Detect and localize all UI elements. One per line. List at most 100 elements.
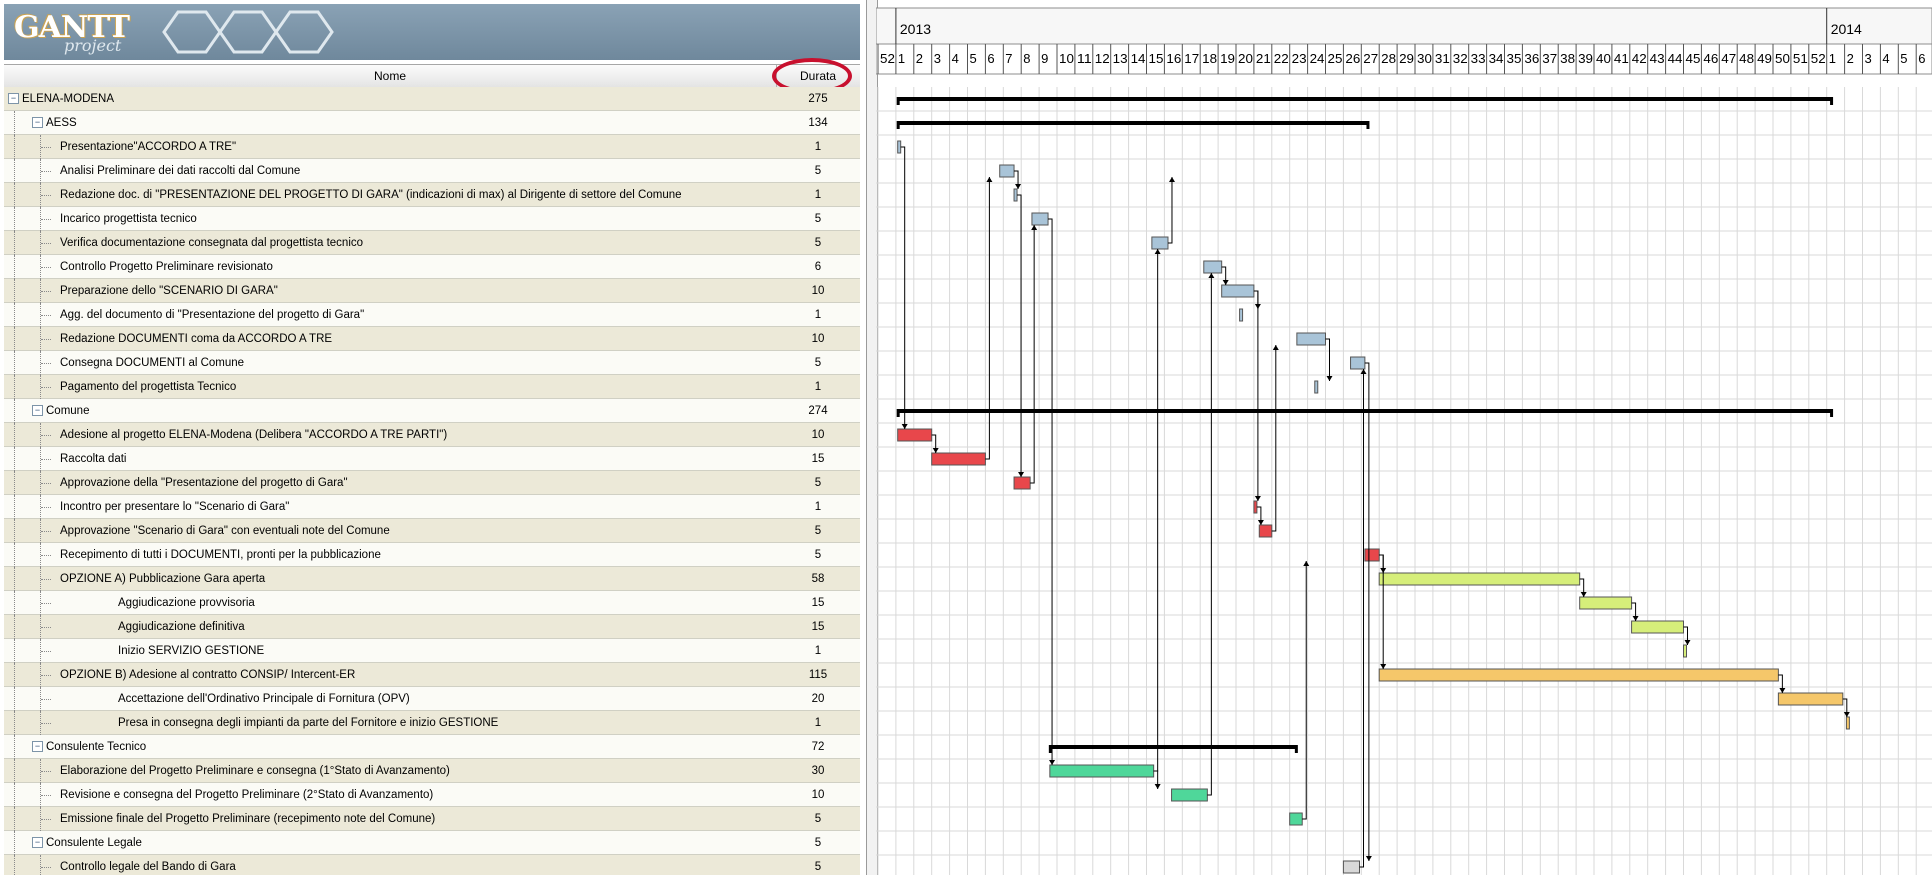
tree-guide-line [14, 471, 15, 495]
task-row[interactable]: Aggiudicazione definitiva 15 [4, 615, 860, 639]
dependency-arrowhead [1015, 184, 1022, 189]
task-row[interactable]: Preparazione dello "SCENARIO DI GARA" 10 [4, 279, 860, 303]
task-row[interactable]: Recepimento di tutti i DOCUMENTI, pronti… [4, 543, 860, 567]
task-row[interactable]: − Consulente Legale 5 [4, 831, 860, 855]
column-header-name[interactable]: Nome [4, 65, 777, 87]
task-duration: 134 [808, 117, 828, 129]
task-name: Redazione DOCUMENTI coma da ACCORDO A TR… [60, 333, 333, 345]
tree-guide-branch [41, 627, 51, 628]
tree-guide-line [14, 255, 15, 279]
task-duration: 15 [811, 597, 825, 609]
task-row[interactable]: Agg. del documento di "Presentazione del… [4, 303, 860, 327]
tree-guide-line [40, 855, 41, 875]
task-name: Accettazione dell'Ordinativo Principale … [118, 693, 410, 705]
tree-guide-line [14, 279, 15, 303]
task-duration: 115 [808, 669, 828, 681]
tree-guide-line [14, 519, 15, 543]
tree-guide-line [14, 399, 15, 423]
task-name: Raccolta dati [60, 453, 127, 465]
task-row[interactable]: Elaborazione del Progetto Preliminare e … [4, 759, 860, 783]
task-bar [1151, 236, 1169, 250]
task-row[interactable]: − Consulente Tecnico 72 [4, 735, 860, 759]
tree-guide-branch [41, 531, 51, 532]
task-row[interactable]: Pagamento del progettista Tecnico 1 [4, 375, 860, 399]
task-name: Consulente Tecnico [46, 741, 147, 753]
collapse-toggle-icon[interactable]: − [32, 741, 43, 752]
week-label: 4 [1882, 51, 1889, 66]
tree-guide-branch [41, 867, 51, 868]
week-label: 13 [1113, 51, 1128, 66]
task-duration: 20 [811, 693, 825, 705]
summary-end-left [896, 409, 900, 417]
task-row[interactable]: Controllo Progetto Preliminare revisiona… [4, 255, 860, 279]
tree-guide-branch [41, 507, 51, 508]
collapse-toggle-icon[interactable]: − [32, 405, 43, 416]
task-bar [1683, 644, 1687, 658]
task-row[interactable]: Inizio SERVIZIO GESTIONE 1 [4, 639, 860, 663]
task-row[interactable]: Approvazione della "Presentazione del pr… [4, 471, 860, 495]
task-name: Consulente Legale [46, 837, 142, 849]
task-duration: 275 [808, 93, 828, 105]
task-row[interactable]: Revisione e consegna del Progetto Prelim… [4, 783, 860, 807]
dependency-arrowhead [1018, 472, 1025, 477]
tree-guide-line [14, 159, 15, 183]
task-row[interactable]: Raccolta dati 15 [4, 447, 860, 471]
week-label: 35 [1507, 51, 1522, 66]
week-label: 25 [1328, 51, 1343, 66]
task-name: Elaborazione del Progetto Preliminare e … [60, 765, 450, 777]
task-row[interactable]: Presa in consegna degli impianti da part… [4, 711, 860, 735]
tree-guide-branch [41, 795, 51, 796]
summary-bar [897, 97, 1833, 101]
task-row[interactable]: Incontro per presentare lo "Scenario di … [4, 495, 860, 519]
task-row[interactable]: Aggiudicazione provvisoria 15 [4, 591, 860, 615]
tree-guide-line [14, 759, 15, 783]
collapse-toggle-icon[interactable]: − [8, 93, 19, 104]
task-bar [1258, 524, 1273, 538]
task-bar [1239, 308, 1244, 322]
task-row[interactable]: Incarico progettista tecnico 5 [4, 207, 860, 231]
collapse-toggle-icon[interactable]: − [32, 837, 43, 848]
task-bar [1296, 332, 1326, 346]
week-label: 29 [1399, 51, 1414, 66]
logo-subtext: project [64, 36, 122, 55]
task-row[interactable]: − Comune 274 [4, 399, 860, 423]
task-duration: 1 [814, 717, 822, 729]
dependency-arrowhead [1254, 496, 1261, 501]
tree-guide-line [14, 567, 15, 591]
task-row[interactable]: Accettazione dell'Ordinativo Principale … [4, 687, 860, 711]
task-row[interactable]: Verifica documentazione consegnata dal p… [4, 231, 860, 255]
task-row[interactable]: − AESS 134 [4, 111, 860, 135]
task-row[interactable]: Consegna DOCUMENTI al Comune 5 [4, 351, 860, 375]
dependency-arrowhead [1208, 273, 1215, 278]
task-row[interactable]: − ELENA-MODENA 275 [4, 87, 860, 111]
task-row[interactable]: OPZIONE A) Pubblicazione Gara aperta 58 [4, 567, 860, 591]
week-label: 16 [1166, 51, 1181, 66]
week-label: 41 [1614, 51, 1629, 66]
task-bar [897, 140, 902, 154]
dependency-arrow [1271, 345, 1277, 532]
task-row[interactable]: Approvazione "Scenario di Gara" con even… [4, 519, 860, 543]
task-row[interactable]: OPZIONE B) Adesione al contratto CONSIP/… [4, 663, 860, 687]
task-row[interactable]: Redazione doc. di "PRESENTAZIONE DEL PRO… [4, 183, 860, 207]
week-label: 2 [916, 51, 923, 66]
collapse-toggle-icon[interactable]: − [32, 117, 43, 128]
task-bar [1579, 596, 1633, 610]
task-row[interactable]: Emissione finale del Progetto Preliminar… [4, 807, 860, 831]
task-row[interactable]: Analisi Preliminare dei dati raccolti da… [4, 159, 860, 183]
task-name: Inizio SERVIZIO GESTIONE [118, 645, 265, 657]
tree-guide-branch [41, 459, 51, 460]
task-row[interactable]: Redazione DOCUMENTI coma da ACCORDO A TR… [4, 327, 860, 351]
task-name: Controllo Progetto Preliminare revisiona… [60, 261, 273, 273]
week-label: 32 [1453, 51, 1468, 66]
week-label: 49 [1757, 51, 1772, 66]
task-row[interactable]: Presentazione"ACCORDO A TRE" 1 [4, 135, 860, 159]
task-duration: 30 [811, 765, 825, 777]
week-label: 28 [1381, 51, 1396, 66]
task-row[interactable]: Adesione al progetto ELENA-Modena (Delib… [4, 423, 860, 447]
tree-guide-branch [41, 339, 51, 340]
tree-guide-branch [41, 483, 51, 484]
task-row[interactable]: Controllo legale del Bando di Gara 5 [4, 855, 860, 875]
tree-guide-line [14, 231, 15, 255]
tree-guide-line [14, 735, 15, 759]
task-bar [1777, 692, 1844, 706]
